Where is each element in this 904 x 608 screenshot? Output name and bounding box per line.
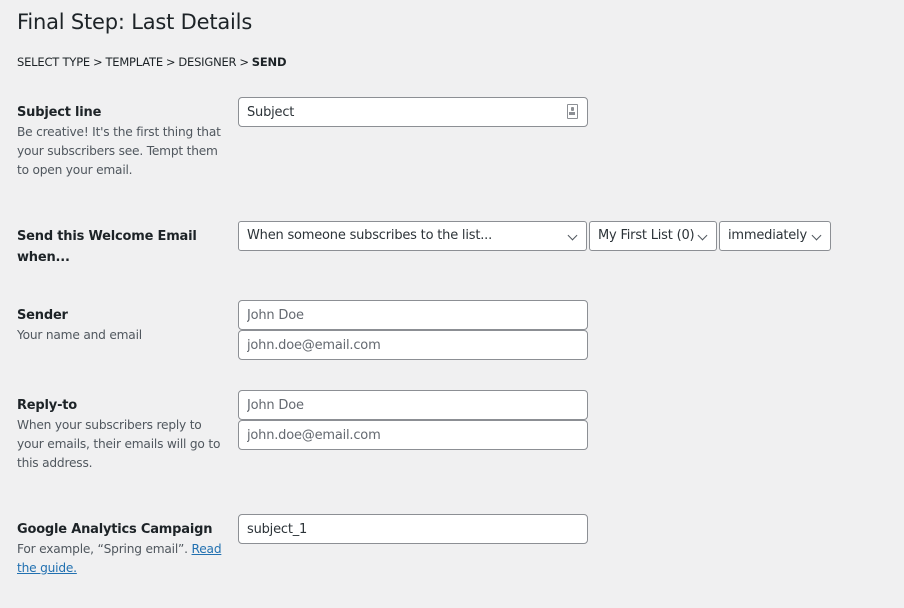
ga-campaign-label-group: Google Analytics Campaign For example, “…: [17, 519, 222, 578]
timing-select[interactable]: immediately: [719, 221, 831, 251]
subject-label-group: Subject line Be creative! It's the first…: [17, 102, 222, 180]
breadcrumb-step-template: TEMPLATE: [105, 55, 163, 69]
event-select-value: When someone subscribes to the list...: [247, 228, 493, 243]
timing-select-value: immediately: [728, 228, 807, 243]
reply-to-label-group: Reply-to When your subscribers reply to …: [17, 395, 222, 473]
page-title: Final Step: Last Details: [17, 10, 253, 34]
sender-label-group: Sender Your name and email: [17, 305, 222, 345]
ga-campaign-label: Google Analytics Campaign: [17, 522, 213, 537]
breadcrumb-separator: >: [239, 55, 249, 69]
breadcrumb-step-select-type: SELECT TYPE: [17, 55, 90, 69]
subject-field-wrapper: [238, 97, 588, 127]
chevron-down-icon: [697, 230, 708, 241]
list-select[interactable]: My First List (0): [589, 221, 717, 251]
breadcrumb-separator: >: [93, 55, 103, 69]
send-when-label: Send this Welcome Email when...: [17, 229, 197, 265]
chevron-down-icon: [567, 230, 578, 241]
subject-input[interactable]: [238, 97, 588, 127]
reply-to-description: When your subscribers reply to your emai…: [17, 418, 221, 470]
sender-description: Your name and email: [17, 328, 142, 342]
breadcrumb-step-send: SEND: [251, 55, 287, 69]
shortcode-icon[interactable]: [567, 104, 578, 119]
reply-to-label: Reply-to: [17, 398, 78, 413]
sender-name-input[interactable]: [238, 300, 588, 330]
sender-label: Sender: [17, 308, 68, 323]
list-select-value: My First List (0): [598, 228, 695, 243]
subject-label: Subject line: [17, 105, 102, 120]
subject-description: Be creative! It's the first thing that y…: [17, 125, 221, 177]
ga-campaign-input[interactable]: [238, 514, 588, 544]
breadcrumb-step-designer: DESIGNER: [178, 55, 237, 69]
reply-to-name-input[interactable]: [238, 390, 588, 420]
breadcrumb-separator: >: [165, 55, 176, 69]
sender-email-input[interactable]: [238, 330, 588, 360]
reply-to-email-input[interactable]: [238, 420, 588, 450]
ga-campaign-description-group: For example, “Spring email”. Read the gu…: [17, 540, 222, 578]
event-select[interactable]: When someone subscribes to the list...: [238, 221, 587, 251]
send-when-label-group: Send this Welcome Email when...: [17, 226, 197, 268]
chevron-down-icon: [811, 230, 822, 241]
breadcrumb: SELECT TYPE > TEMPLATE > DESIGNER > SEND: [17, 55, 286, 69]
ga-campaign-description: For example, “Spring email”.: [17, 542, 188, 556]
